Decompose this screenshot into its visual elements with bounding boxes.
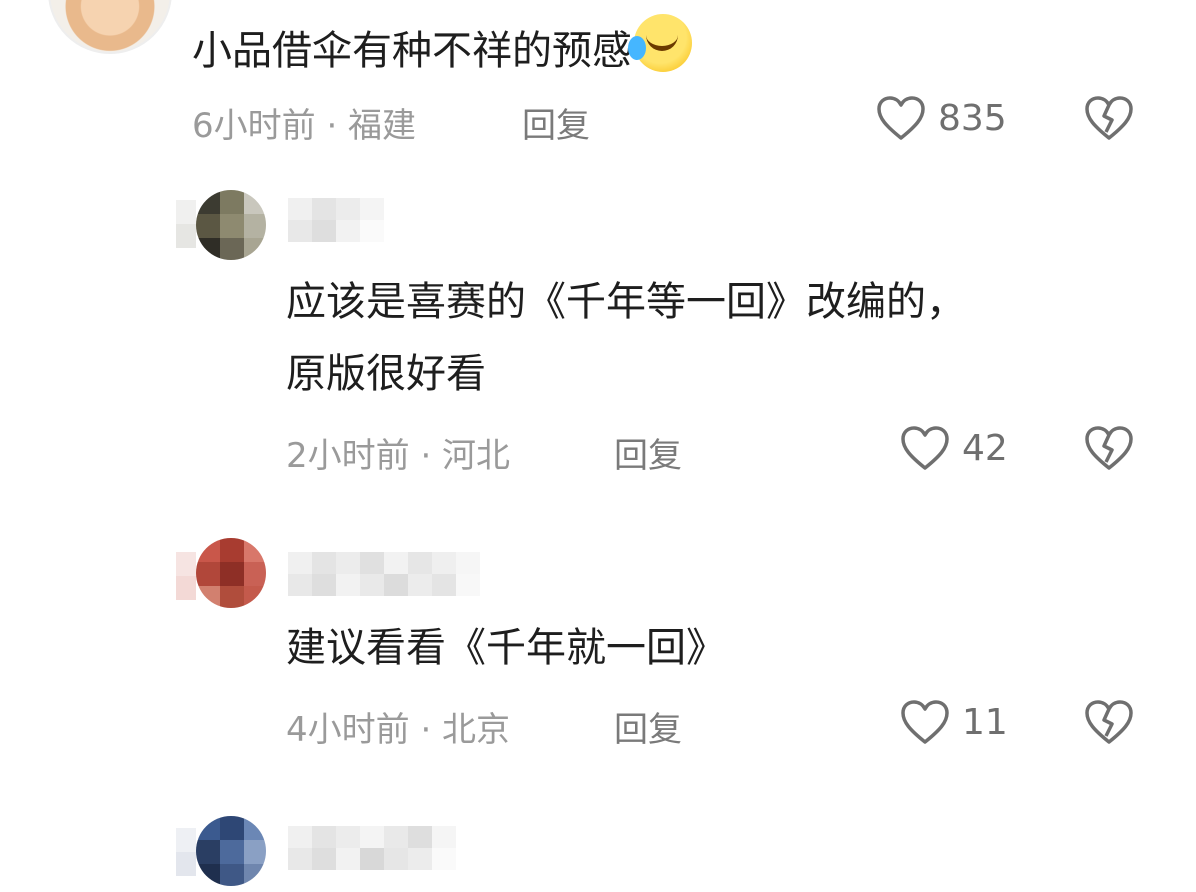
comment-meta: 2小时前 · 河北 <box>286 436 511 476</box>
laughing-tears-emoji-icon <box>628 14 692 72</box>
avatar[interactable] <box>196 538 266 608</box>
heart-icon[interactable] <box>876 96 926 142</box>
broken-heart-icon[interactable] <box>1084 96 1134 142</box>
avatar[interactable] <box>48 0 172 54</box>
like-count: 11 <box>962 702 1008 743</box>
heart-icon[interactable] <box>900 426 950 472</box>
like-count: 42 <box>962 428 1008 469</box>
comment-meta: 4小时前 · 北京 <box>286 710 511 750</box>
heart-icon[interactable] <box>900 700 950 746</box>
comment-text: 建议看看《千年就一回》 <box>286 625 726 671</box>
comment-meta: 6小时前 · 福建 <box>192 106 417 146</box>
avatar[interactable] <box>196 190 266 260</box>
reply-button[interactable]: 回复 <box>614 428 682 477</box>
avatar[interactable] <box>196 816 266 886</box>
username-blurred <box>288 198 384 242</box>
like-count: 835 <box>938 98 1007 139</box>
comment-text-line-1: 应该是喜赛的《千年等一回》改编的， <box>286 279 966 325</box>
username-blurred <box>176 828 196 876</box>
reply-button[interactable]: 回复 <box>522 98 590 147</box>
broken-heart-icon[interactable] <box>1084 426 1134 472</box>
username-blurred <box>176 200 196 248</box>
comment-text-line-2: 原版很好看 <box>286 351 486 397</box>
comment-text: 小品借伞有种不祥的预感 <box>192 14 692 79</box>
username-blurred <box>288 552 480 596</box>
username-blurred <box>176 552 196 600</box>
username-blurred <box>288 826 456 870</box>
reply-button[interactable]: 回复 <box>614 702 682 751</box>
broken-heart-icon[interactable] <box>1084 700 1134 746</box>
